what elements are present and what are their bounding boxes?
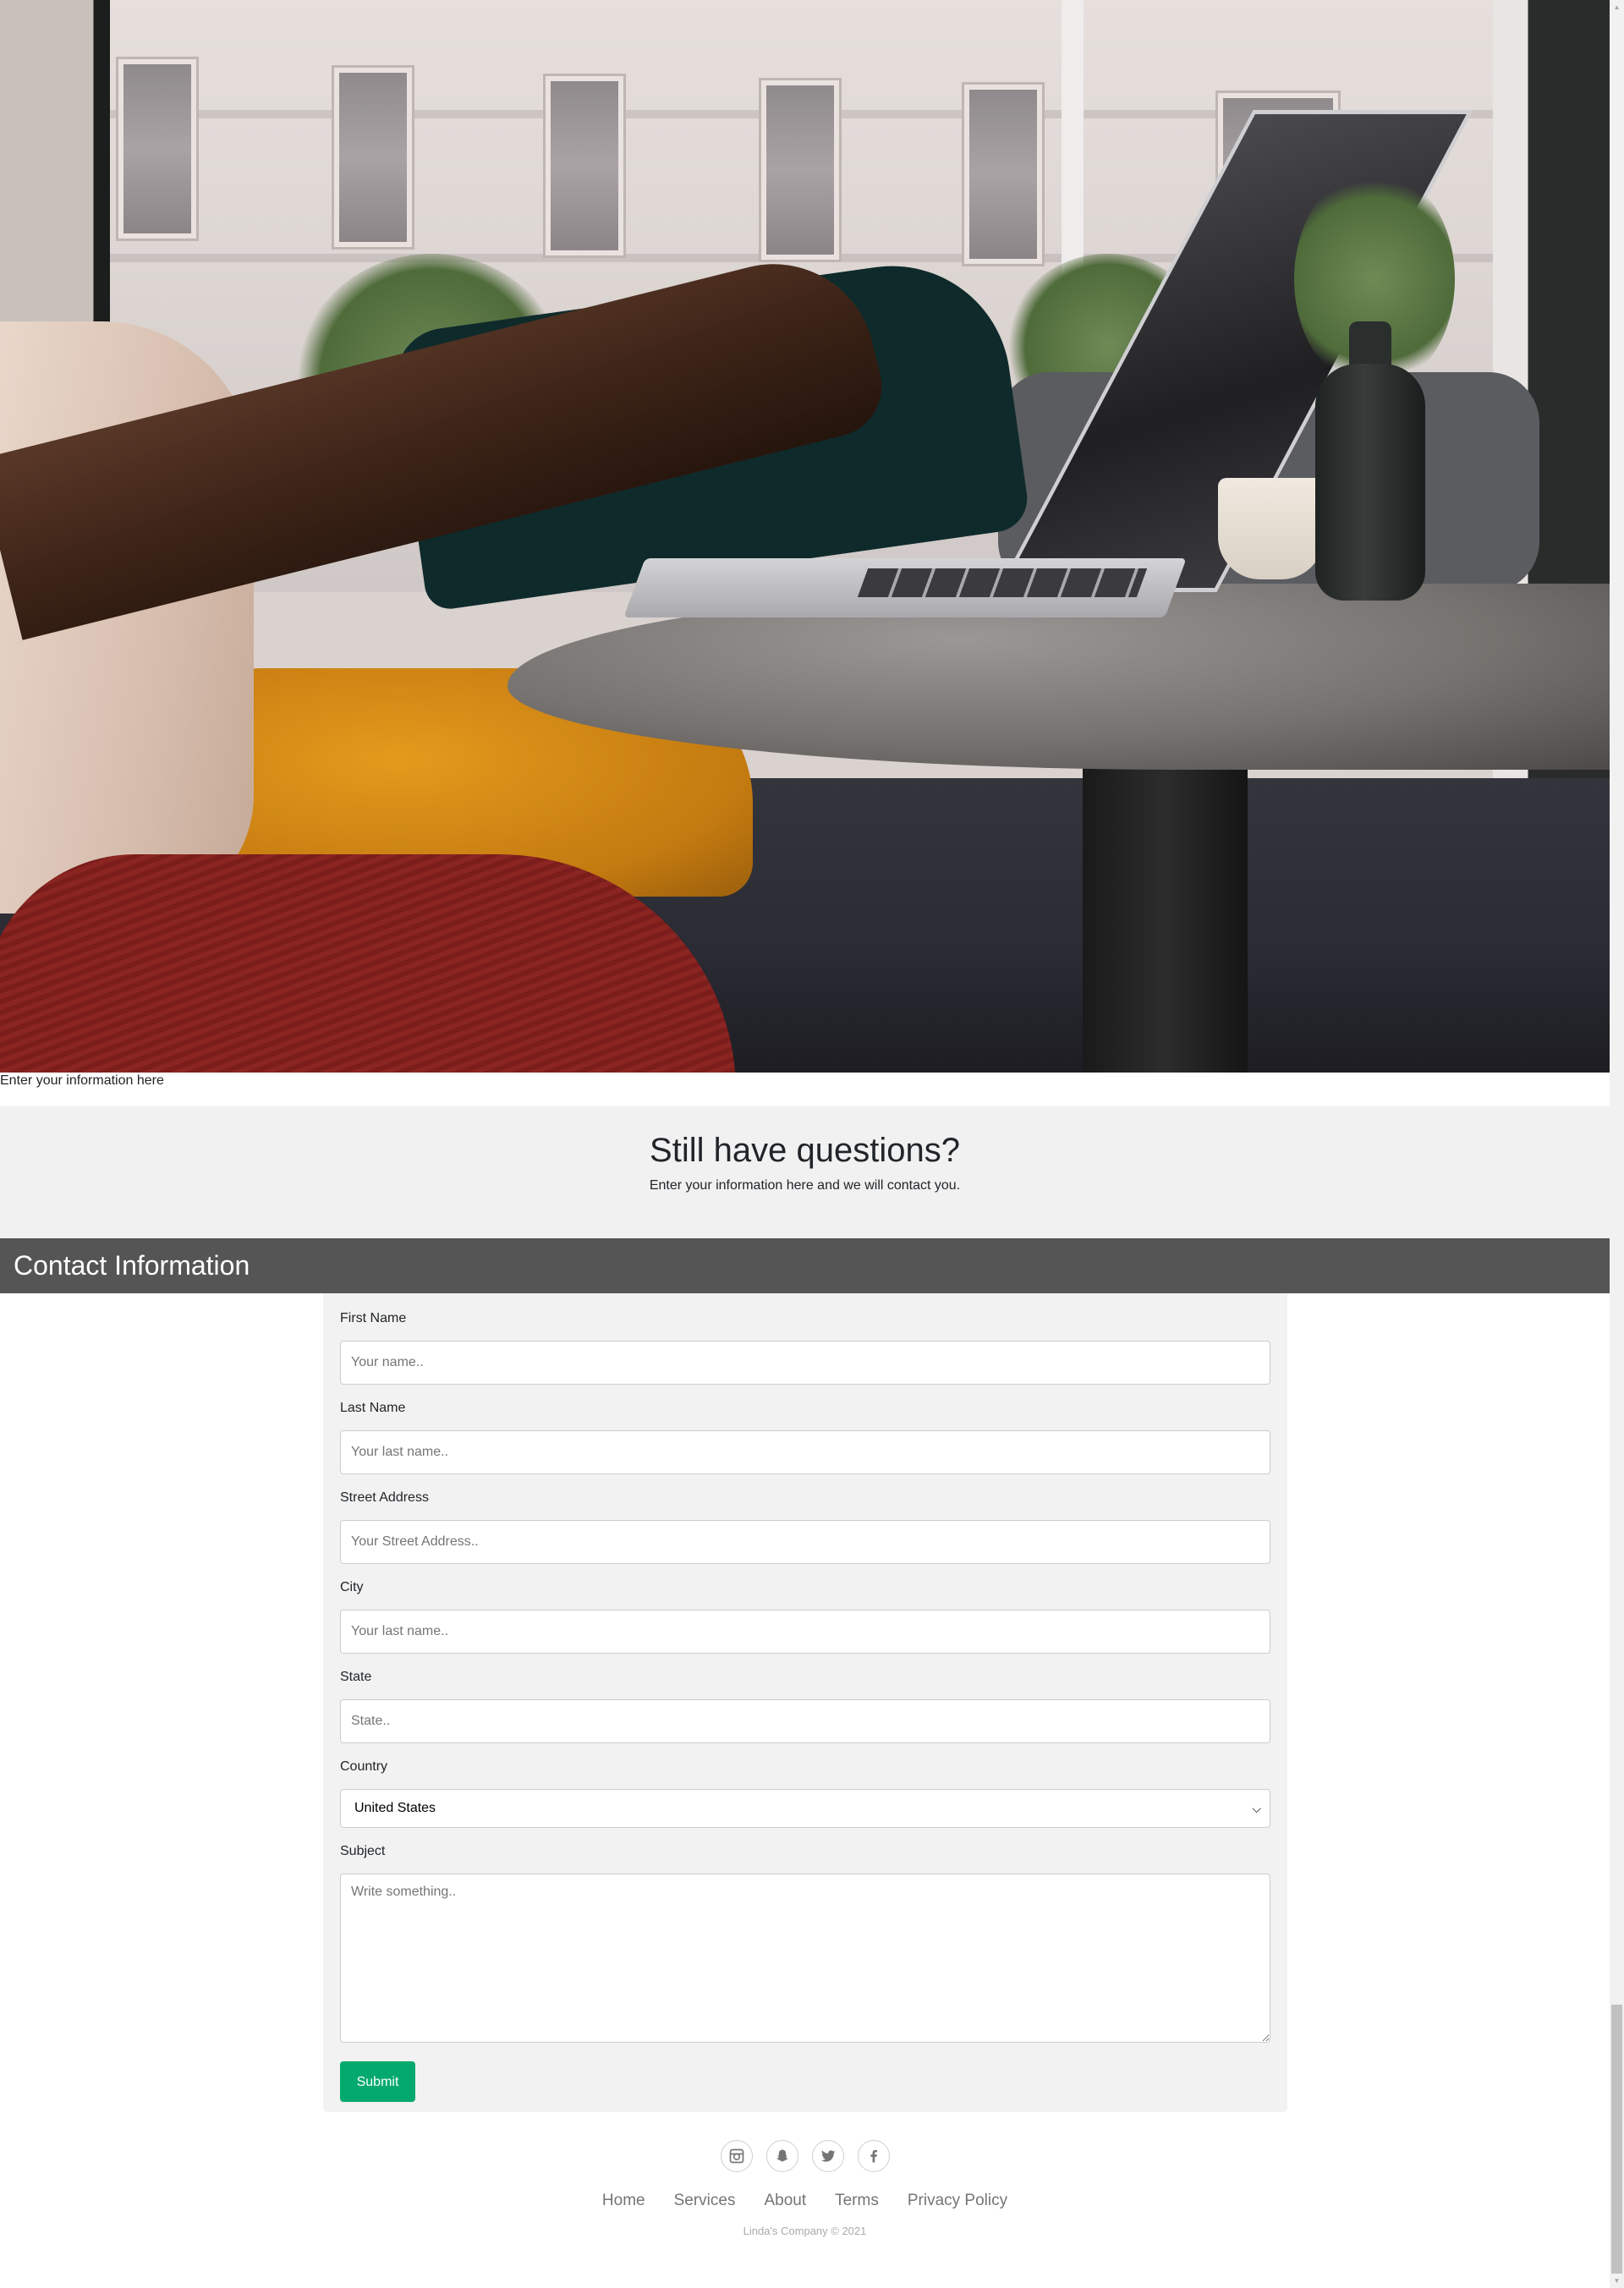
submit-button[interactable]: Submit xyxy=(340,2061,415,2102)
contact-form: First Name Last Name Street Address City… xyxy=(323,1293,1287,2112)
page: Enter your information here Still have q… xyxy=(0,0,1610,2288)
last-name-input[interactable] xyxy=(340,1430,1270,1474)
questions-title: Still have questions? xyxy=(650,1132,960,1169)
scroll-up-arrow-icon[interactable]: ▲ xyxy=(1610,0,1624,14)
footer-link-services[interactable]: Services xyxy=(674,2191,736,2211)
footer-link-home[interactable]: Home xyxy=(602,2191,645,2211)
building-window xyxy=(761,80,839,260)
building-window xyxy=(118,59,196,239)
footer: Home Services About Terms Privacy Policy… xyxy=(0,2140,1610,2238)
building-window xyxy=(334,68,412,247)
country-selected-value: United States xyxy=(354,1801,436,1815)
scrollbar[interactable]: ▲ ▼ xyxy=(1610,0,1624,2288)
building-window xyxy=(546,76,623,255)
country-label: Country xyxy=(340,1759,388,1774)
copyright-text: Linda's Company © 2021 xyxy=(743,2225,867,2237)
footer-link-about[interactable]: About xyxy=(764,2191,806,2211)
snapchat-icon[interactable] xyxy=(765,2140,798,2172)
scroll-down-arrow-icon[interactable]: ▼ xyxy=(1610,2274,1624,2288)
subject-textarea[interactable] xyxy=(340,1874,1270,2043)
first-name-input[interactable] xyxy=(340,1341,1270,1385)
caption-text: Enter your information here xyxy=(0,1073,164,1088)
city-label: City xyxy=(340,1580,364,1594)
questions-subtitle: Enter your information here and we will … xyxy=(649,1178,961,1193)
country-select[interactable]: United States ⌵ xyxy=(340,1789,1270,1828)
twitter-icon[interactable] xyxy=(811,2140,844,2172)
contact-header: Contact Information xyxy=(0,1238,1610,1293)
last-name-label: Last Name xyxy=(340,1401,406,1415)
vase xyxy=(1315,364,1425,601)
footer-link-terms[interactable]: Terms xyxy=(835,2191,879,2211)
chevron-down-icon: ⌵ xyxy=(1252,1801,1261,1815)
building-window xyxy=(964,85,1042,264)
social-links xyxy=(0,2140,1610,2172)
subject-label: Subject xyxy=(340,1844,386,1858)
facebook-icon[interactable] xyxy=(857,2140,890,2172)
street-address-label: Street Address xyxy=(340,1490,429,1505)
state-input[interactable] xyxy=(340,1699,1270,1743)
footer-link-privacy-policy[interactable]: Privacy Policy xyxy=(908,2191,1007,2211)
hero-image xyxy=(0,0,1610,1073)
contact-title: Contact Information xyxy=(14,1250,250,1281)
footer-nav: Home Services About Terms Privacy Policy xyxy=(0,2191,1610,2211)
table-leg xyxy=(1083,753,1248,1073)
state-label: State xyxy=(340,1670,372,1684)
questions-banner: Still have questions? Enter your informa… xyxy=(0,1106,1610,1238)
laptop-keyboard xyxy=(857,568,1148,597)
cup xyxy=(1218,478,1324,579)
scrollbar-thumb[interactable] xyxy=(1611,2005,1622,2274)
instagram-icon[interactable] xyxy=(720,2140,753,2172)
street-address-input[interactable] xyxy=(340,1520,1270,1564)
city-input[interactable] xyxy=(340,1610,1270,1654)
first-name-label: First Name xyxy=(340,1311,407,1325)
